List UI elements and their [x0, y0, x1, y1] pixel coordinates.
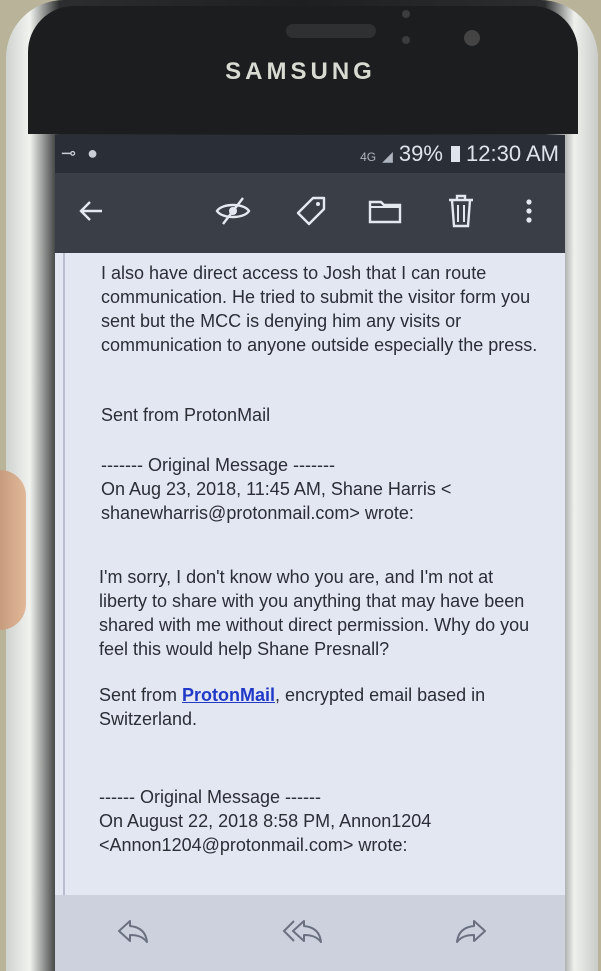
finger-edge	[0, 470, 26, 630]
email-signature: Sent from ProtonMail	[101, 405, 271, 425]
forward-button[interactable]	[447, 909, 495, 953]
key-icon: ⊸	[61, 143, 77, 163]
trash-icon	[449, 194, 473, 228]
move-to-folder-button[interactable]	[365, 191, 405, 231]
front-camera	[464, 30, 480, 46]
email-signature: Sent from ProtonMail, encrypted email ba…	[99, 683, 539, 731]
device-brand-logo: SAMSUNG	[225, 58, 376, 85]
forward-icon	[456, 920, 486, 943]
email-paragraph: I also have direct access to Josh that I…	[101, 263, 538, 355]
email-paragraph: I'm sorry, I don't know who you are, and…	[99, 567, 530, 659]
delete-button[interactable]	[441, 191, 481, 231]
status-icons-right: 4G ◢ 39% 12:30 AM	[360, 141, 559, 167]
original-message-header: ------ Original Message ------	[99, 787, 321, 807]
more-vertical-icon	[526, 199, 532, 223]
signature-prefix: Sent from	[99, 685, 183, 705]
front-sensor	[402, 36, 410, 44]
reply-all-button[interactable]	[279, 909, 327, 953]
email-body: I also have direct access to Josh that I…	[55, 253, 565, 895]
folder-icon	[368, 200, 402, 224]
network-type: 4G	[360, 150, 377, 164]
eye-off-icon	[215, 197, 251, 225]
battery-percent: 39%	[398, 141, 443, 166]
email-toolbar	[55, 173, 565, 253]
front-sensor	[402, 10, 410, 18]
quote-bar	[63, 253, 65, 895]
more-options-button[interactable]	[509, 191, 549, 231]
signal-icon: ◢	[382, 148, 393, 164]
battery-icon	[451, 146, 461, 162]
status-bar: ⊸ ● 4G ◢ 39% 12:30 AM	[55, 135, 565, 173]
status-icons-left: ⊸ ●	[61, 143, 98, 164]
earpiece-speaker	[286, 24, 376, 38]
original-message-header: ------- Original Message -------	[101, 455, 335, 475]
email-bottom-bar	[55, 895, 565, 971]
mark-unread-button[interactable]	[213, 191, 253, 231]
water-drop-icon: ●	[87, 143, 98, 163]
protonmail-link[interactable]: ProtonMail	[182, 685, 275, 705]
reply-icon	[118, 920, 148, 943]
label-button[interactable]	[291, 191, 331, 231]
clock-time: 12:30 AM	[466, 141, 559, 166]
phone-screen: ⊸ ● 4G ◢ 39% 12:30 AM I also have direct…	[55, 135, 565, 971]
original-message-meta: On August 22, 2018 8:58 PM, Annon1204 <A…	[99, 811, 432, 855]
arrow-left-icon	[79, 201, 102, 221]
back-button[interactable]	[71, 191, 111, 231]
reply-button[interactable]	[109, 909, 157, 953]
original-message-meta: On Aug 23, 2018, 11:45 AM, Shane Harris …	[101, 479, 452, 523]
reply-all-icon	[282, 920, 322, 943]
tag-icon	[296, 196, 326, 226]
